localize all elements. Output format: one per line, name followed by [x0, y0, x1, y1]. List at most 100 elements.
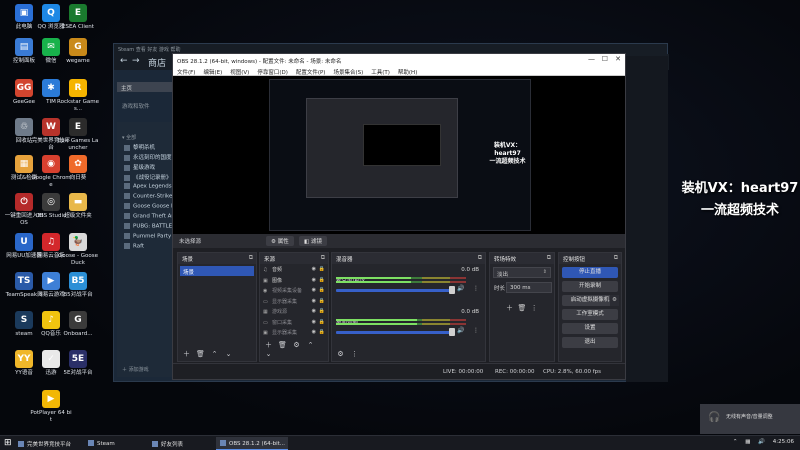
volume-slider-handle[interactable] — [449, 286, 455, 294]
lock-icon[interactable]: 🔒 — [319, 287, 325, 293]
more-options-icon[interactable]: ⋮ — [531, 304, 538, 312]
app-icon — [220, 440, 226, 446]
remove-icon[interactable]: 🗑 — [517, 304, 526, 312]
lock-icon[interactable]: 🔒 — [319, 319, 325, 325]
steam-add-game[interactable]: ＋ 添加游戏 — [122, 366, 149, 373]
more-options-icon[interactable]: ⋮ — [473, 327, 479, 334]
maximize-icon[interactable]: ☐ — [602, 55, 608, 63]
desktop-icon[interactable]: G Onboard... — [57, 311, 99, 338]
clock[interactable]: 4:25:06 — [773, 439, 794, 445]
desktop-icon[interactable]: 🦆 Goose - Goose Duck — [57, 233, 99, 266]
notification-toast[interactable]: 🎧 无线有声音/音量调整 — [700, 404, 800, 434]
eye-icon[interactable]: ◉ — [312, 266, 316, 272]
duration-input[interactable]: 300 ms — [506, 282, 552, 293]
start-recording-button[interactable]: 开始录制 — [562, 281, 618, 292]
taskbar-app-button[interactable]: 完美世界竞技平台 — [14, 437, 80, 450]
undock-icon[interactable]: ⧉ — [321, 254, 325, 262]
volume-slider[interactable] — [336, 331, 454, 334]
transition-select[interactable]: 淡出 ⇕ — [493, 267, 551, 278]
taskbar-app-button[interactable]: OBS 28.1.2 (64-bit... — [216, 437, 288, 450]
move-down-icon[interactable]: ⌄ — [223, 350, 234, 359]
speaker-icon[interactable]: 🔊 — [457, 327, 464, 334]
forward-arrow-icon[interactable]: → — [132, 56, 140, 66]
source-item[interactable]: ▣ 图像 ◉ 🔒 — [260, 275, 328, 286]
filters-button[interactable]: ◧ 滤镜 — [299, 236, 327, 246]
volume-slider-handle[interactable] — [449, 328, 455, 336]
background-window-edge — [626, 56, 668, 382]
gear-icon[interactable]: ⚙ — [335, 350, 346, 359]
source-item[interactable]: ◉ 视频采集设备 ◉ 🔒 — [260, 285, 328, 296]
volume-slider[interactable] — [336, 289, 454, 292]
start-virtual-camera-button[interactable]: 启动虚拟摄像机 ⚙ — [562, 295, 619, 306]
desktop-icon[interactable]: ✿ 向日葵 — [57, 155, 99, 182]
eye-icon[interactable]: ◉ — [312, 277, 316, 283]
undock-icon[interactable]: ⧉ — [249, 254, 253, 262]
source-item[interactable]: ▭ 显示器采集 ◉ 🔒 — [260, 296, 328, 307]
obs-window[interactable]: OBS 28.1.2 (64-bit, windows) - 配置文件: 未命名… — [172, 53, 626, 380]
lock-icon[interactable]: 🔒 — [319, 329, 325, 335]
undock-icon[interactable]: ⧉ — [478, 254, 482, 262]
eye-icon[interactable]: ◉ — [312, 308, 316, 314]
source-item[interactable]: ♫ 音频 ◉ 🔒 — [260, 264, 328, 275]
more-options-icon[interactable]: ⋮ — [473, 285, 479, 292]
desktop-icon[interactable]: E Epic Games Launcher — [57, 118, 99, 151]
remove-icon[interactable]: 🗑 — [195, 350, 206, 359]
source-item[interactable]: ▭ 窗口采集 ◉ 🔒 — [260, 317, 328, 328]
add-icon[interactable]: ＋ — [181, 350, 192, 359]
obs-preview[interactable]: 装机VX：heart97 一流超频技术 — [173, 76, 625, 234]
add-icon[interactable]: ＋ — [263, 341, 274, 350]
desktop-icon[interactable]: B5 B5对战平台 — [57, 272, 99, 299]
chevron-up-icon[interactable]: ⌃ — [733, 439, 738, 445]
exit-button[interactable]: 退出 — [562, 337, 618, 348]
eye-icon[interactable]: ◉ — [312, 329, 316, 335]
undock-icon[interactable]: ⧉ — [614, 254, 618, 262]
desktop-icon[interactable]: R Rockstar Games... — [57, 79, 99, 112]
studio-mode-button[interactable]: 工作室模式 — [562, 309, 618, 320]
undock-icon[interactable]: ⧉ — [547, 254, 551, 262]
back-arrow-icon[interactable]: ← — [120, 56, 128, 66]
minimize-icon[interactable]: — — [588, 55, 595, 63]
steam-all-label[interactable]: ▾ 全部 — [122, 134, 136, 141]
eye-icon[interactable]: ◉ — [312, 298, 316, 304]
volume-icon[interactable]: 🔊 — [758, 439, 765, 445]
eye-icon[interactable]: ◉ — [312, 319, 316, 325]
taskbar-app-button[interactable]: Steam — [84, 437, 144, 450]
close-icon[interactable]: ✕ — [615, 55, 621, 63]
transition-actions: ＋ 🗑 ⋮ — [506, 303, 538, 313]
controls-header: 控制按钮 ⧉ — [559, 253, 621, 264]
lock-icon[interactable]: 🔒 — [319, 298, 325, 304]
desktop-icon[interactable]: E ESEA Client — [57, 4, 99, 31]
move-up-icon[interactable]: ⌃ — [305, 341, 316, 350]
source-item[interactable]: ▣ 显示器采集 ◉ 🔒 — [260, 327, 328, 338]
desktop-icon[interactable]: 5E 5E对战平台 — [57, 350, 99, 377]
stop-streaming-button[interactable]: 停止直播 — [562, 267, 618, 278]
lock-icon[interactable]: 🔒 — [319, 266, 325, 272]
eye-icon[interactable]: ◉ — [312, 287, 316, 293]
gear-icon[interactable]: ⚙ — [610, 295, 619, 306]
steam-library-label[interactable]: 游戏和软件 — [122, 102, 150, 110]
speaker-icon[interactable]: 🔊 — [457, 285, 464, 292]
start-icon[interactable]: ⊞ — [4, 438, 12, 448]
steam-store-tab[interactable]: 商店 — [148, 56, 166, 69]
remove-icon[interactable]: 🗑 — [277, 341, 288, 350]
add-icon[interactable]: ＋ — [506, 304, 513, 312]
app-icon: 5E — [69, 350, 87, 368]
source-item[interactable]: ▦ 游戏源 ◉ 🔒 — [260, 306, 328, 317]
settings-button[interactable]: 设置 — [562, 323, 618, 334]
network-icon[interactable]: ▦ — [745, 439, 750, 445]
move-down-icon[interactable]: ⌄ — [263, 350, 274, 359]
lock-icon[interactable]: 🔒 — [319, 308, 325, 314]
properties-button[interactable]: ⚙ 属性 — [266, 236, 294, 246]
gear-icon[interactable]: ⚙ — [291, 341, 302, 350]
move-up-icon[interactable]: ⌃ — [209, 350, 220, 359]
lock-icon[interactable]: 🔒 — [319, 277, 325, 283]
desktop-icon[interactable]: ▶ PotPlayer 64 bit — [30, 390, 72, 423]
steam-home-button[interactable]: 主页 — [117, 82, 177, 92]
desktop-icon[interactable]: Gwegame — [57, 38, 99, 65]
desktop-icon[interactable]: ▬ 超级文件夹 — [57, 193, 99, 220]
more-options-icon[interactable]: ⋮ — [349, 350, 360, 359]
obs-titlebar[interactable]: OBS 28.1.2 (64-bit, windows) - 配置文件: 未命名… — [173, 54, 625, 66]
scene-item[interactable]: 场景 — [180, 266, 254, 276]
source-label: 游戏源 — [272, 309, 288, 315]
taskbar-app-button[interactable]: 好友列表 — [148, 437, 212, 450]
